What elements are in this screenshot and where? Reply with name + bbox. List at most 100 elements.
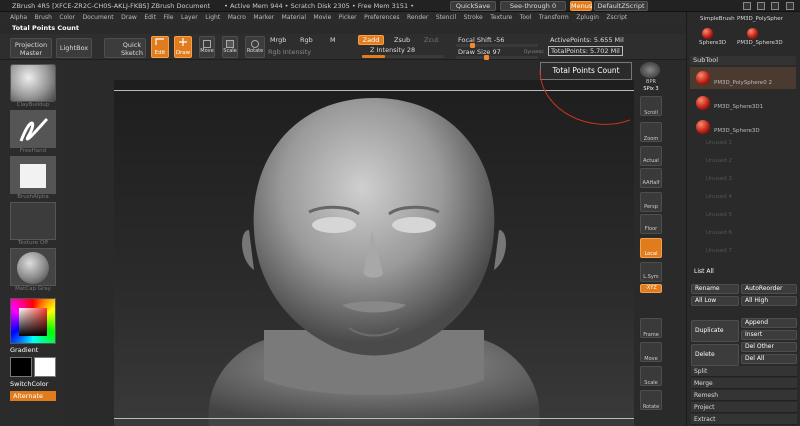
move-button[interactable]: Move [199,36,215,58]
menu-layer[interactable]: Layer [181,14,198,21]
maximize-icon[interactable] [757,2,765,10]
rgb-intensity-slider[interactable]: Rgb Intensity [268,48,311,56]
subtool-empty-slot[interactable]: Unused 2 [690,158,796,170]
menu-color[interactable]: Color [59,14,75,21]
append-button[interactable]: Append [741,318,797,328]
menu-file[interactable]: File [163,14,173,21]
list-all-button[interactable]: List All [691,268,741,278]
all-low-button[interactable]: All Low [691,296,739,306]
lightbox-button[interactable]: LightBox [56,38,92,58]
menu-stroke[interactable]: Stroke [464,14,483,21]
menu-draw[interactable]: Draw [121,14,137,21]
draw-size-slider[interactable]: Draw Size 97 [458,48,501,56]
lsym-label: L.Sym [643,274,659,280]
mrgb-button[interactable]: Mrgb [270,36,286,44]
draw-size-knob[interactable] [484,55,489,60]
remesh-section[interactable]: Remesh [691,390,797,401]
pm3d-polysphere-tool[interactable]: PM3D_PolySpher [737,16,797,28]
app-title: ZBrush 4R5 [XFCE-ZR2C-CH0S-AKLJ-FKBS] ZB… [12,1,211,10]
rename-button[interactable]: Rename [691,284,739,294]
subtool-empty-slot[interactable]: Unused 6 [690,230,796,242]
subtool-empty-slot[interactable]: Unused 1 [690,140,796,152]
menu-render[interactable]: Render [407,14,428,21]
move-label: Move [200,48,214,54]
menu-picker[interactable]: Picker [339,14,357,21]
close-icon[interactable] [786,2,794,10]
color-picker[interactable] [10,298,56,344]
menu-document[interactable]: Document [83,14,114,21]
focal-shift-slider[interactable]: Focal Shift -56 [458,36,504,44]
subtool-header[interactable]: SubTool [690,56,796,65]
spix-slider[interactable]: SPix 3 [638,86,664,92]
duplicate-button[interactable]: Duplicate [691,320,739,342]
menu-zscript[interactable]: Zscript [606,14,627,21]
brush-alpha-icon[interactable] [10,156,56,194]
quicksave-button[interactable]: QuickSave [450,1,496,11]
menu-transform[interactable]: Transform [539,14,569,21]
subtool-item-2[interactable]: PM3D_Sphere3D1 [690,92,796,114]
alternate-button[interactable]: Alternate [10,391,56,401]
restore-icon[interactable] [771,2,779,10]
project-section[interactable]: Project [691,402,797,413]
menu-movie[interactable]: Movie [314,14,332,21]
auto-reorder-button[interactable]: AutoReorder [741,284,797,294]
menu-marker[interactable]: Marker [253,14,274,21]
head-sculpt[interactable] [114,80,634,426]
rgb-button[interactable]: Rgb [300,36,313,44]
z-intensity-fill [362,55,385,58]
texture-off-icon[interactable] [10,202,56,240]
subtool-item-1[interactable]: PM3D_PolySphere0 2 [690,67,796,89]
menu-zplugin[interactable]: Zplugin [576,14,599,21]
see-through-slider[interactable]: See-through 0 [500,1,566,11]
edit-button[interactable]: Edit [151,36,169,58]
subtool-empty-slot[interactable]: Unused 4 [690,194,796,206]
rotate-button[interactable]: Rotate [245,36,265,58]
m-button[interactable]: M [330,36,336,44]
default-zscript-button[interactable]: DefaultZScript [594,1,648,11]
del-all-button[interactable]: Del All [741,354,797,364]
projection-master-button[interactable]: Projection Master [10,38,52,58]
menu-brush[interactable]: Brush [35,14,52,21]
zadd-button[interactable]: Zadd [358,35,384,45]
merge-section[interactable]: Merge [691,378,797,389]
secondary-color-swatch[interactable] [10,357,32,377]
menu-texture[interactable]: Texture [490,14,512,21]
draw-button[interactable]: Draw [174,36,192,58]
del-other-button[interactable]: Del Other [741,342,797,352]
aahalf-label: AAHalf [642,180,660,186]
menu-stencil[interactable]: Stencil [436,14,456,21]
menus-button[interactable]: Menus [570,1,592,11]
menu-material[interactable]: Material [282,14,306,21]
subtool-empty-slot[interactable]: Unused 7 [690,248,796,260]
minimize-icon[interactable] [743,2,751,10]
all-high-button[interactable]: All High [741,296,797,306]
z-intensity-slider[interactable]: Z Intensity 28 [370,46,415,54]
zcut-button[interactable]: Zcut [424,36,439,44]
subtool-empty-slot[interactable]: Unused 5 [690,212,796,224]
clay-buildup-brush-icon[interactable] [10,64,56,102]
matcap-material-icon[interactable] [10,248,56,286]
quick-sketch-button[interactable]: Quick Sketch [104,38,146,58]
menu-edit[interactable]: Edit [144,14,156,21]
zsub-button[interactable]: Zsub [394,36,410,44]
delete-button[interactable]: Delete [691,344,739,366]
insert-button[interactable]: Insert [741,330,797,340]
menu-tool[interactable]: Tool [520,14,532,21]
menu-light[interactable]: Light [205,14,220,21]
main-color-swatch[interactable] [34,357,56,377]
split-section[interactable]: Split [691,366,797,377]
memory-stats: • Active Mem 944 • Scratch Disk 2305 • F… [224,1,415,10]
scale-button[interactable]: Scale [222,36,238,58]
subtool-item-3[interactable]: PM3D_Sphere3D [690,116,796,138]
document-canvas[interactable] [114,80,634,426]
freehand-stroke-icon[interactable] [10,110,56,148]
menu-alpha[interactable]: Alpha [10,14,27,21]
sphere3d-thumbnail[interactable] [702,28,713,39]
menu-macro[interactable]: Macro [228,14,246,21]
subtool-empty-slot[interactable]: Unused 3 [690,176,796,188]
switch-color-button[interactable]: SwitchColor [10,380,48,388]
bpr-render-button[interactable] [640,62,660,78]
pm3d-sphere3d-thumbnail[interactable] [747,28,758,39]
extract-section[interactable]: Extract [691,414,797,425]
menu-preferences[interactable]: Preferences [364,14,399,21]
